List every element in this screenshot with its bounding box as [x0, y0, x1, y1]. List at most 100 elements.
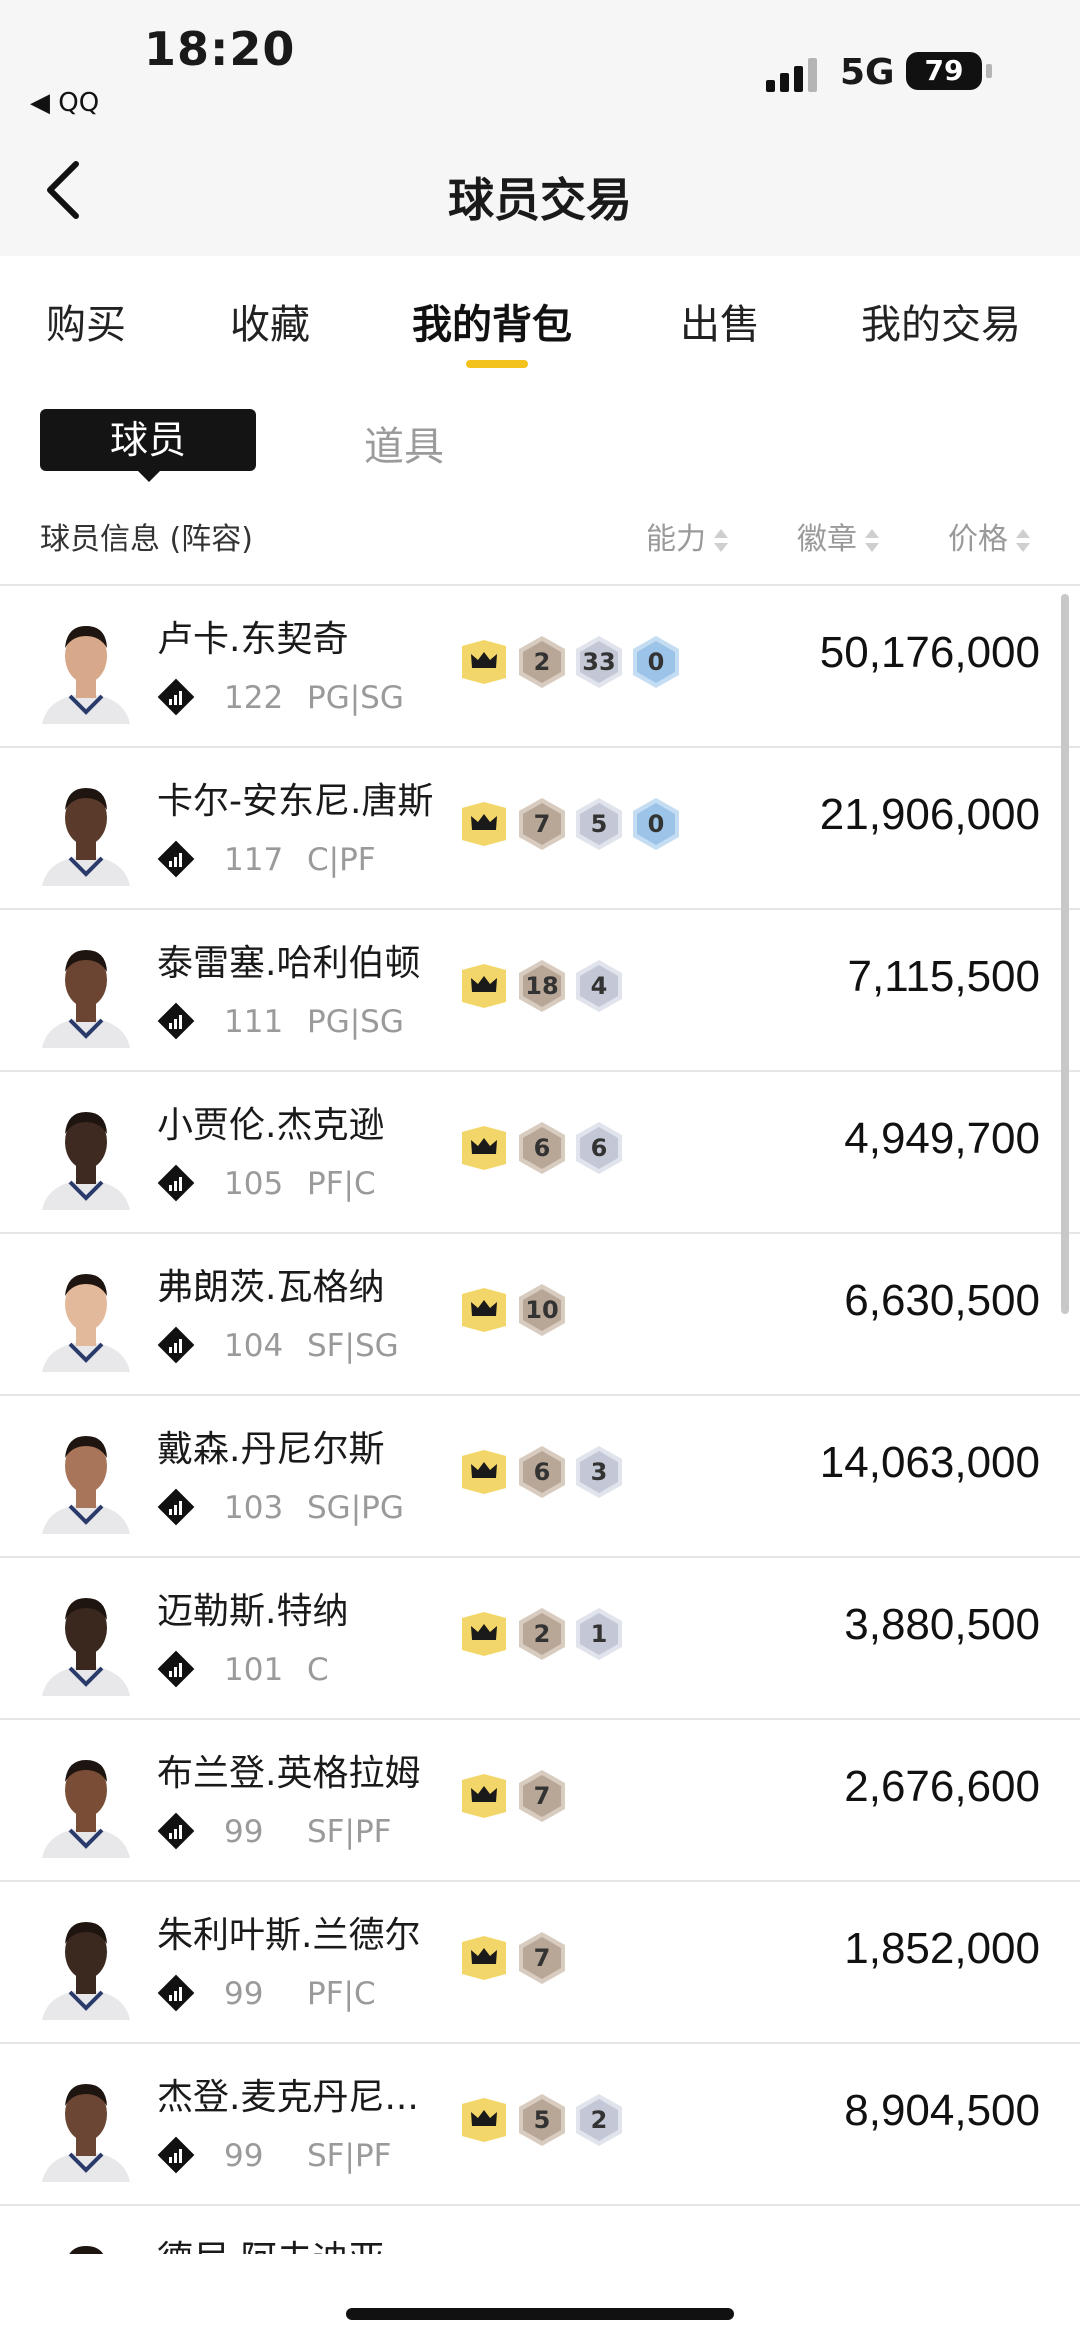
column-price-label: 价格	[948, 522, 1008, 557]
player-row[interactable]: 卡尔-安东尼.唐斯 117 C|PF 21,906,000 7 5 0	[0, 748, 1080, 910]
main-tabs: 购买 收藏 我的背包 出售 我的交易	[0, 256, 1080, 376]
crown-icon	[458, 958, 510, 1014]
player-price: 21,906,000	[819, 790, 1040, 839]
scrollbar[interactable]	[1061, 594, 1069, 1314]
silver-badge: 33	[573, 634, 625, 690]
player-row[interactable]: 泰雷塞.哈利伯顿 111 PG|SG 7,115,500 18 4	[0, 910, 1080, 1072]
player-row[interactable]: 德尼.阿夫迪亚	[0, 2206, 1080, 2254]
tab-my-trades[interactable]: 我的交易	[861, 292, 1021, 350]
badge-count: 2	[533, 648, 551, 676]
battery-icon: 79	[906, 52, 982, 90]
subtab-players[interactable]: 球员	[40, 409, 256, 471]
crown-icon	[458, 2092, 510, 2148]
player-row[interactable]: 布兰登.英格拉姆 99 SF|PF 2,676,600 7	[0, 1720, 1080, 1882]
bronze-badge: 2	[516, 1606, 568, 1662]
crown-icon	[458, 1444, 510, 1500]
player-row[interactable]: 迈勒斯.特纳 101 C 3,880,500 2 1	[0, 1558, 1080, 1720]
player-name: 德尼.阿夫迪亚	[157, 2230, 457, 2254]
badge-count: 7	[533, 1944, 551, 1972]
badge-count: 0	[647, 648, 665, 676]
badge-count: 5	[533, 2106, 551, 2134]
player-row[interactable]: 朱利叶斯.兰德尔 99 PF|C 1,852,000 7	[0, 1882, 1080, 2044]
sort-icon	[865, 528, 879, 553]
bronze-badge: 18	[516, 958, 568, 1014]
sort-price-button[interactable]: 价格	[948, 514, 1030, 558]
subtab-items[interactable]: 道具	[364, 414, 444, 472]
player-rating: 105	[224, 1166, 284, 1202]
tab-my-bag[interactable]: 我的背包	[412, 292, 572, 350]
rank-icon	[157, 1164, 195, 1202]
player-price: 2,676,600	[844, 1762, 1040, 1811]
bronze-badge: 6	[516, 1444, 568, 1500]
tab-favorites[interactable]: 收藏	[230, 292, 310, 350]
blue-badge: 0	[630, 634, 682, 690]
nav-bar: 球员交易	[0, 120, 1080, 256]
player-row[interactable]: 戴森.丹尼尔斯 103 SG|PG 14,063,000 6 3	[0, 1396, 1080, 1558]
badge-count: 6	[590, 1134, 608, 1162]
player-position: SF|PF	[307, 2138, 392, 2174]
player-avatar	[40, 1908, 132, 2020]
player-rating: 99	[224, 1814, 264, 1850]
player-avatar	[40, 2070, 132, 2182]
player-row[interactable]: 杰登.麦克丹尼... 99 SF|PF 8,904,500 5 2	[0, 2044, 1080, 2206]
badge-count: 1	[590, 1620, 608, 1648]
home-indicator[interactable]	[346, 2308, 734, 2320]
player-rating: 99	[224, 2138, 264, 2174]
player-rating: 117	[224, 842, 284, 878]
sort-badges-button[interactable]: 徽章	[797, 514, 879, 558]
player-price: 6,630,500	[844, 1276, 1040, 1325]
column-ability-label: 能力	[646, 522, 706, 557]
badge-count: 33	[582, 648, 616, 676]
player-list[interactable]: 卢卡.东契奇 122 PG|SG 50,176,000 2 33 0 卡尔-安东尼.唐斯 117…	[0, 586, 1080, 2254]
player-position: C|PF	[307, 842, 376, 878]
player-avatar	[40, 1098, 132, 1210]
player-row[interactable]: 卢卡.东契奇 122 PG|SG 50,176,000 2 33 0	[0, 586, 1080, 748]
badge-count: 7	[533, 810, 551, 838]
player-name: 卡尔-安东尼.唐斯	[157, 781, 434, 822]
status-bar: 18:20 ◀ QQ 5G 79	[0, 0, 1080, 120]
tab-buy[interactable]: 购买	[46, 292, 126, 350]
player-price: 8,904,500	[844, 2086, 1040, 2135]
player-row[interactable]: 小贾伦.杰克逊 105 PF|C 4,949,700 6 6	[0, 1072, 1080, 1234]
badge-count: 3	[590, 1458, 608, 1486]
rank-icon	[157, 1488, 195, 1526]
player-name: 戴森.丹尼尔斯	[157, 1429, 385, 1470]
rank-icon	[157, 2136, 195, 2174]
badge-count: 2	[533, 1620, 551, 1648]
player-row[interactable]: 弗朗茨.瓦格纳 104 SF|SG 6,630,500 10	[0, 1234, 1080, 1396]
bronze-badge: 7	[516, 796, 568, 852]
badge-count: 7	[533, 1782, 551, 1810]
battery-tip	[986, 64, 992, 78]
crown-icon	[458, 796, 510, 852]
player-position: SF|SG	[307, 1328, 399, 1364]
sort-ability-button[interactable]: 能力	[646, 514, 728, 558]
status-time: 18:20	[144, 22, 296, 76]
column-header: 球员信息 (阵容) 能力 徽章 价格	[0, 500, 1080, 586]
player-avatar	[40, 936, 132, 1048]
badge-count: 4	[590, 972, 608, 1000]
player-position: PF|C	[307, 1166, 376, 1202]
player-avatar	[40, 2232, 132, 2254]
crown-icon	[458, 1768, 510, 1824]
bronze-badge: 6	[516, 1120, 568, 1176]
crown-icon	[458, 634, 510, 690]
player-price: 1,852,000	[844, 1924, 1040, 1973]
silver-badge: 4	[573, 958, 625, 1014]
bronze-badge: 10	[516, 1282, 568, 1338]
column-player-info: 球员信息 (阵容)	[40, 522, 253, 557]
rank-icon	[157, 678, 195, 716]
player-position: SG|PG	[307, 1490, 404, 1526]
player-price: 3,880,500	[844, 1600, 1040, 1649]
back-to-app-link[interactable]: ◀ QQ	[30, 88, 99, 118]
player-avatar	[40, 1260, 132, 1372]
tab-sell[interactable]: 出售	[680, 292, 760, 350]
crown-icon	[458, 1282, 510, 1338]
player-price: 50,176,000	[819, 628, 1040, 677]
player-name: 卢卡.东契奇	[157, 619, 349, 660]
silver-badge: 1	[573, 1606, 625, 1662]
player-avatar	[40, 774, 132, 886]
badge-count: 18	[525, 972, 559, 1000]
sub-tabs: 球员 道具	[0, 390, 1080, 490]
rank-icon	[157, 840, 195, 878]
subtab-pointer	[137, 470, 161, 482]
